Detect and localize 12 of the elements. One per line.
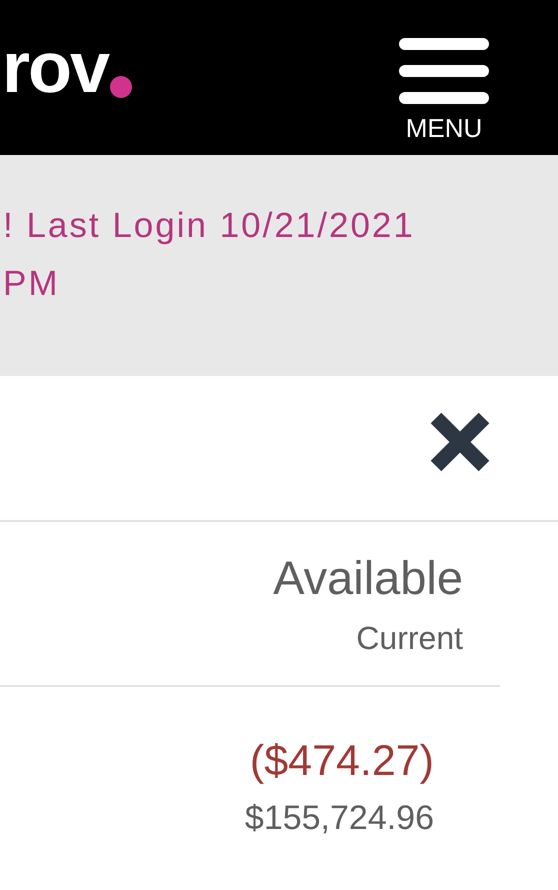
close-button[interactable] <box>428 410 492 474</box>
balance-value: $155,724.96 <box>244 798 434 839</box>
menu-button[interactable]: MENU <box>399 38 489 142</box>
logo-text: rov <box>2 38 108 98</box>
close-icon <box>428 410 492 474</box>
column-heading: Available <box>273 550 463 606</box>
menu-icon <box>399 38 489 104</box>
amount-value: ($474.27) <box>250 736 434 787</box>
column-subheading: Current <box>356 619 463 658</box>
last-login-text: ! Last Login 10/21/2021 <box>3 205 416 247</box>
last-login-text: PM <box>3 263 60 305</box>
dot-icon <box>110 76 132 98</box>
